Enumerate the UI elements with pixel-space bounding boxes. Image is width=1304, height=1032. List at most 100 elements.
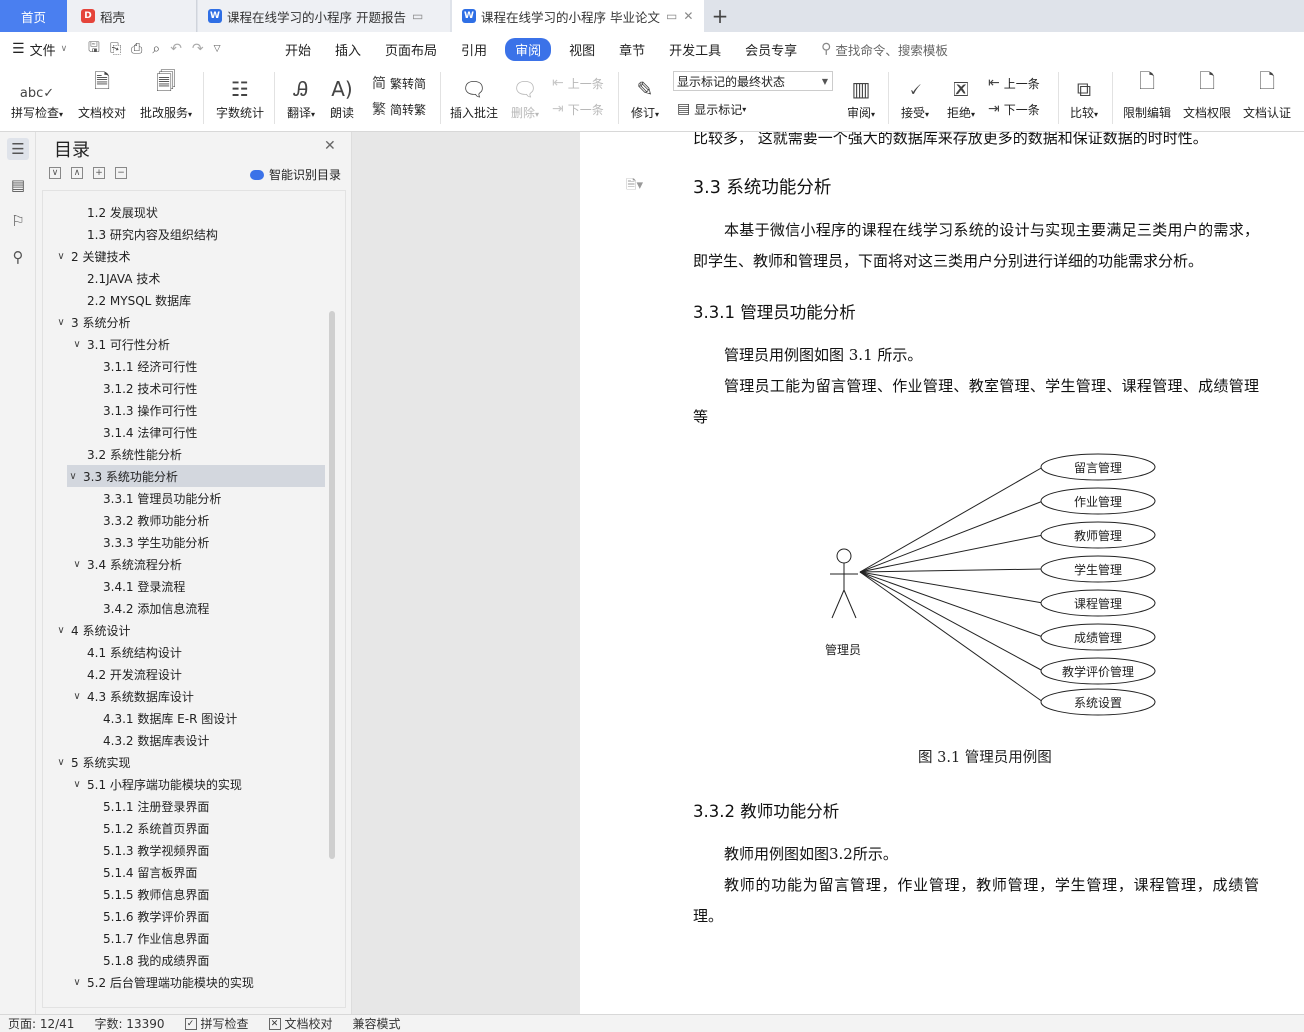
toc-item[interactable]: 5.1.4 留言板界面 [87,861,197,883]
restrict-edit-button[interactable]: 🗋 限制编辑 [1120,66,1174,132]
prev-change-button[interactable]: ⇤ 上一条 [988,72,1040,94]
toc-item[interactable]: 3.3.1 管理员功能分析 [87,487,221,509]
chevron-down-icon[interactable]: ∨ [71,339,83,350]
file-menu[interactable]: ☰ 文件 ∨ [0,40,78,59]
menu-tab[interactable]: 章节 [607,40,657,59]
toc-item[interactable]: 5.1.1 注册登录界面 [87,795,209,817]
toc-item[interactable]: 3.1.4 法律可行性 [87,421,197,443]
toc-item[interactable]: 4.3.1 数据库 E-R 图设计 [87,707,237,729]
next-change-button[interactable]: ⇥ 下一条 [988,98,1040,120]
toc-item[interactable]: ∨ 4 系统设计 [55,619,130,641]
toc-item[interactable]: ∨ 3 系统分析 [55,311,130,333]
toc-item[interactable]: 1.2 发展现状 [71,201,158,223]
show-markup-button[interactable]: ▤ 显示标记 ▾ [677,98,746,120]
toc-item[interactable]: 4.1 系统结构设计 [71,641,182,663]
toc-panel-icon[interactable]: ☰ [7,138,29,160]
spell-check-status[interactable]: ✓ 拼写检查 [184,1015,249,1032]
print-icon[interactable]: ⎙ [131,41,142,57]
toc-item[interactable]: 4.2 开发流程设计 [71,663,182,685]
smart-toc-button[interactable]: 智能识别目录 [250,166,341,183]
proof-status[interactable]: ✕ 文档校对 [268,1015,333,1032]
document-page[interactable]: 比较多， 这就需要一个强大的数据库来存放更多的数据和保证数据的时时性。 🗎▾ 3… [580,132,1304,1014]
toc-item[interactable]: 5.1.8 我的成绩界面 [87,949,209,971]
word-count-button[interactable]: ☷ 字数统计 [214,66,266,132]
toc-item[interactable]: ∨ 5.2 后台管理端功能模块的实现 [71,971,254,993]
chevron-down-icon[interactable]: ∨ [55,757,67,768]
toc-item[interactable]: ∨ 2 关键技术 [55,245,130,267]
accept-button[interactable]: 🗸 接受▾ [896,66,934,132]
chevron-down-icon[interactable]: ∨ [71,559,83,570]
toc-item[interactable]: 5.1.6 教学评价界面 [87,905,209,927]
menu-tab[interactable]: 开始 [273,40,323,59]
chevron-down-icon[interactable]: ∨ [71,779,83,790]
menu-tab[interactable]: 会员专享 [733,40,809,59]
menu-tab[interactable]: 开发工具 [657,40,733,59]
toc-item[interactable]: 2.2 MYSQL 数据库 [71,289,191,311]
toc-item[interactable]: 5.1.7 作业信息界面 [87,927,209,949]
toc-item[interactable]: ∨ 5 系统实现 [55,751,130,773]
page-indicator[interactable]: 页面: 12/41 [8,1015,74,1032]
read-aloud-button[interactable]: A) 朗读 [326,66,358,132]
toc-item[interactable]: 3.3.3 学生功能分析 [87,531,209,553]
toc-item[interactable]: 3.1.1 经济可行性 [87,355,197,377]
menu-tab[interactable]: 插入 [323,40,373,59]
toc-item[interactable]: 3.4.1 登录流程 [87,575,185,597]
doc-permission-button[interactable]: 🗋 文档权限 [1180,66,1234,132]
reject-button[interactable]: 🗷 拒绝▾ [942,66,980,132]
review-pane-button[interactable]: ▥ 审阅▾ [842,66,880,132]
chevron-down-icon[interactable]: ∨ [71,977,83,988]
export-pdf-icon[interactable]: ⎘ [110,41,121,57]
toc-item-partial[interactable]: · · · · · · · · [78,191,135,201]
doc-auth-button[interactable]: 🗋 文档认证 [1240,66,1294,132]
delete-comment-button[interactable]: 🗨 删除▾ [506,66,544,132]
spell-check-button[interactable]: abc✓ 拼写检查▾ [8,66,66,132]
toc-scrollbar[interactable] [329,311,335,859]
chevron-down-icon[interactable]: ∨ [55,251,67,262]
toc-item[interactable]: 3.1.2 技术可行性 [87,377,197,399]
command-search[interactable]: ⚲ 查找命令、搜索模板 [821,40,948,59]
toc-item[interactable]: 1.3 研究内容及组织结构 [71,223,218,245]
translate-button[interactable]: Ꭿ 翻译▾ [282,66,320,132]
toc-item[interactable]: 4.3.2 数据库表设计 [87,729,209,751]
toc-item[interactable]: ∨ 4.3 系统数据库设计 [71,685,194,707]
customize-icon[interactable]: ▽ [214,44,221,54]
save-icon[interactable]: 🖫 [88,37,100,61]
track-changes-button[interactable]: ✎ 修订▾ [626,66,664,132]
promote-icon[interactable]: + [93,167,105,179]
collapse-all-icon[interactable]: ∧ [71,167,83,179]
new-tab-button[interactable]: + [708,0,732,32]
menu-tab[interactable]: 引用 [449,40,499,59]
expand-all-icon[interactable]: ∨ [49,167,61,179]
demote-icon[interactable]: − [115,167,127,179]
tab-proposal-doc[interactable]: W 课程在线学习的小程序 开题报告 ▭ [198,0,450,32]
prev-comment-button[interactable]: ⇤ 上一条 [552,72,604,94]
to-simplified-button[interactable]: 繁简转繁 [372,98,426,120]
tab-home[interactable]: 首页 [0,0,67,32]
markup-state-select[interactable]: 显示标记的最终状态 ▼ [673,71,833,91]
tab-thesis-doc[interactable]: W 课程在线学习的小程序 毕业论文 ▭ ✕ [452,0,704,32]
toc-item[interactable]: 5.1.3 教学视频界面 [87,839,209,861]
tab-daoke[interactable]: D 稻壳 [67,0,197,32]
toc-item[interactable]: 5.1.5 教师信息界面 [87,883,209,905]
close-icon[interactable]: ✕ [324,138,336,154]
toc-item[interactable]: 3.2 系统性能分析 [71,443,182,465]
chevron-down-icon[interactable]: ∨ [67,471,79,482]
toc-item[interactable]: 3.4.2 添加信息流程 [87,597,209,619]
redo-icon[interactable]: ↷ [192,41,204,57]
next-comment-button[interactable]: ⇥ 下一条 [552,98,604,120]
menu-tab[interactable]: 视图 [557,40,607,59]
doc-proof-button[interactable]: 🗎 文档校对 [76,66,128,132]
menu-tab[interactable]: 审阅 [505,37,552,61]
chevron-down-icon[interactable]: ∨ [71,691,83,702]
toc-item[interactable]: 3.3.2 教师功能分析 [87,509,209,531]
toc-item[interactable]: ∨ 3.3 系统功能分析 [67,465,325,487]
bookmark-icon[interactable]: ⚐ [7,210,29,232]
chapter-nav-icon[interactable]: ▤ [7,174,29,196]
close-tab-icon[interactable]: ✕ [683,9,693,23]
word-count-status[interactable]: 字数: 13390 [94,1015,164,1032]
toc-item[interactable]: 2.1JAVA 技术 [71,267,160,289]
print-preview-icon[interactable]: ⌕ [152,41,160,57]
toc-item[interactable]: ∨ 3.4 系统流程分析 [71,553,182,575]
menu-tab[interactable]: 页面布局 [373,40,449,59]
chevron-down-icon[interactable]: ∨ [55,625,67,636]
